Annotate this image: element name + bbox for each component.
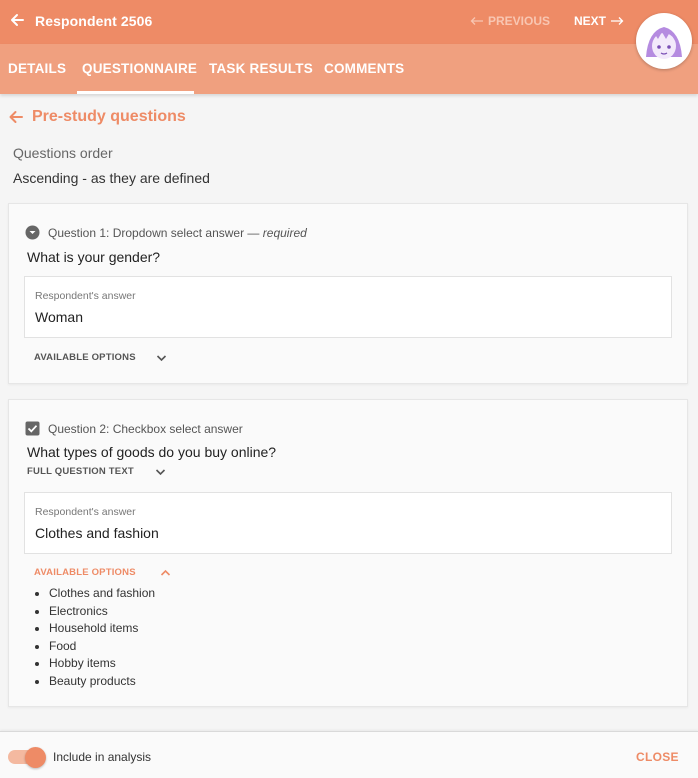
- include-in-analysis-label: Include in analysis: [53, 750, 152, 764]
- top-app-bar: Respondent 2506 PREVIOUS NEXT: [0, 0, 698, 44]
- question-card: Question 1: Dropdown select answer — req…: [8, 203, 688, 384]
- arrow-left-icon: [470, 17, 483, 25]
- back-arrow-icon[interactable]: [8, 11, 26, 29]
- options-list: Clothes and fashion Electronics Househol…: [34, 585, 155, 691]
- question-header: Question 1: Dropdown select answer — req…: [25, 225, 307, 240]
- full-question-text-label: FULL QUESTION TEXT: [27, 466, 134, 477]
- questions-order-label: Questions order: [13, 145, 113, 161]
- list-item: Food: [49, 638, 155, 656]
- answer-value: Woman: [35, 309, 83, 325]
- previous-button[interactable]: PREVIOUS: [470, 14, 550, 28]
- chevron-down-icon: [155, 468, 165, 475]
- question-text: What is your gender?: [27, 249, 161, 265]
- available-options-toggle[interactable]: AVAILABLE OPTIONS: [34, 352, 167, 363]
- active-tab-indicator: [77, 91, 194, 94]
- checkbox-icon: [25, 421, 40, 436]
- next-label: NEXT: [574, 14, 607, 28]
- section-title: Pre-study questions: [32, 108, 186, 125]
- close-button[interactable]: CLOSE: [636, 750, 679, 764]
- question-text: What types of goods do you buy online?: [27, 444, 277, 460]
- available-options-label: AVAILABLE OPTIONS: [34, 352, 136, 363]
- list-item: Beauty products: [49, 673, 155, 691]
- arrow-left-icon: [9, 111, 23, 123]
- answer-label: Respondent's answer: [35, 290, 136, 302]
- tab-bar: DETAILS QUESTIONNAIRE TASK RESULTS COMME…: [0, 44, 698, 94]
- question-header: Question 2: Checkbox select answer: [25, 421, 243, 436]
- previous-label: PREVIOUS: [488, 14, 551, 28]
- list-item: Hobby items: [49, 655, 155, 673]
- toggle-knob[interactable]: [25, 747, 46, 768]
- question-header-text: Question 2: Checkbox select answer: [48, 421, 243, 436]
- respondent-title: Respondent 2506: [35, 13, 153, 29]
- chevron-up-icon: [160, 569, 170, 576]
- answer-value: Clothes and fashion: [35, 525, 159, 541]
- list-item: Clothes and fashion: [49, 585, 155, 603]
- available-options-label: AVAILABLE OPTIONS: [34, 567, 136, 578]
- next-button[interactable]: NEXT: [574, 14, 624, 28]
- list-item: Electronics: [49, 603, 155, 621]
- answer-label: Respondent's answer: [35, 506, 136, 518]
- question-header-text: Question 1: Dropdown select answer —: [48, 225, 260, 240]
- tab-questionnaire[interactable]: QUESTIONNAIRE: [82, 61, 197, 76]
- section-header[interactable]: Pre-study questions: [8, 108, 186, 126]
- tab-details[interactable]: DETAILS: [8, 61, 66, 76]
- answer-box: Respondent's answer Woman: [24, 276, 672, 338]
- list-item: Household items: [49, 620, 155, 638]
- question-card: Question 2: Checkbox select answer What …: [8, 399, 688, 707]
- arrow-right-icon: [611, 17, 624, 25]
- available-options-toggle[interactable]: AVAILABLE OPTIONS: [34, 567, 171, 578]
- answer-box: Respondent's answer Clothes and fashion: [24, 492, 672, 554]
- chevron-down-icon: [156, 354, 166, 361]
- questions-order-value: Ascending - as they are defined: [13, 170, 210, 186]
- full-question-text-toggle[interactable]: FULL QUESTION TEXT: [27, 466, 166, 477]
- dropdown-icon: [25, 225, 40, 240]
- tab-comments[interactable]: COMMENTS: [324, 61, 404, 76]
- required-label: required: [262, 225, 307, 240]
- avatar[interactable]: [636, 13, 692, 69]
- bottom-bar: Include in analysis CLOSE: [0, 731, 698, 778]
- tab-task-results[interactable]: TASK RESULTS: [209, 61, 313, 76]
